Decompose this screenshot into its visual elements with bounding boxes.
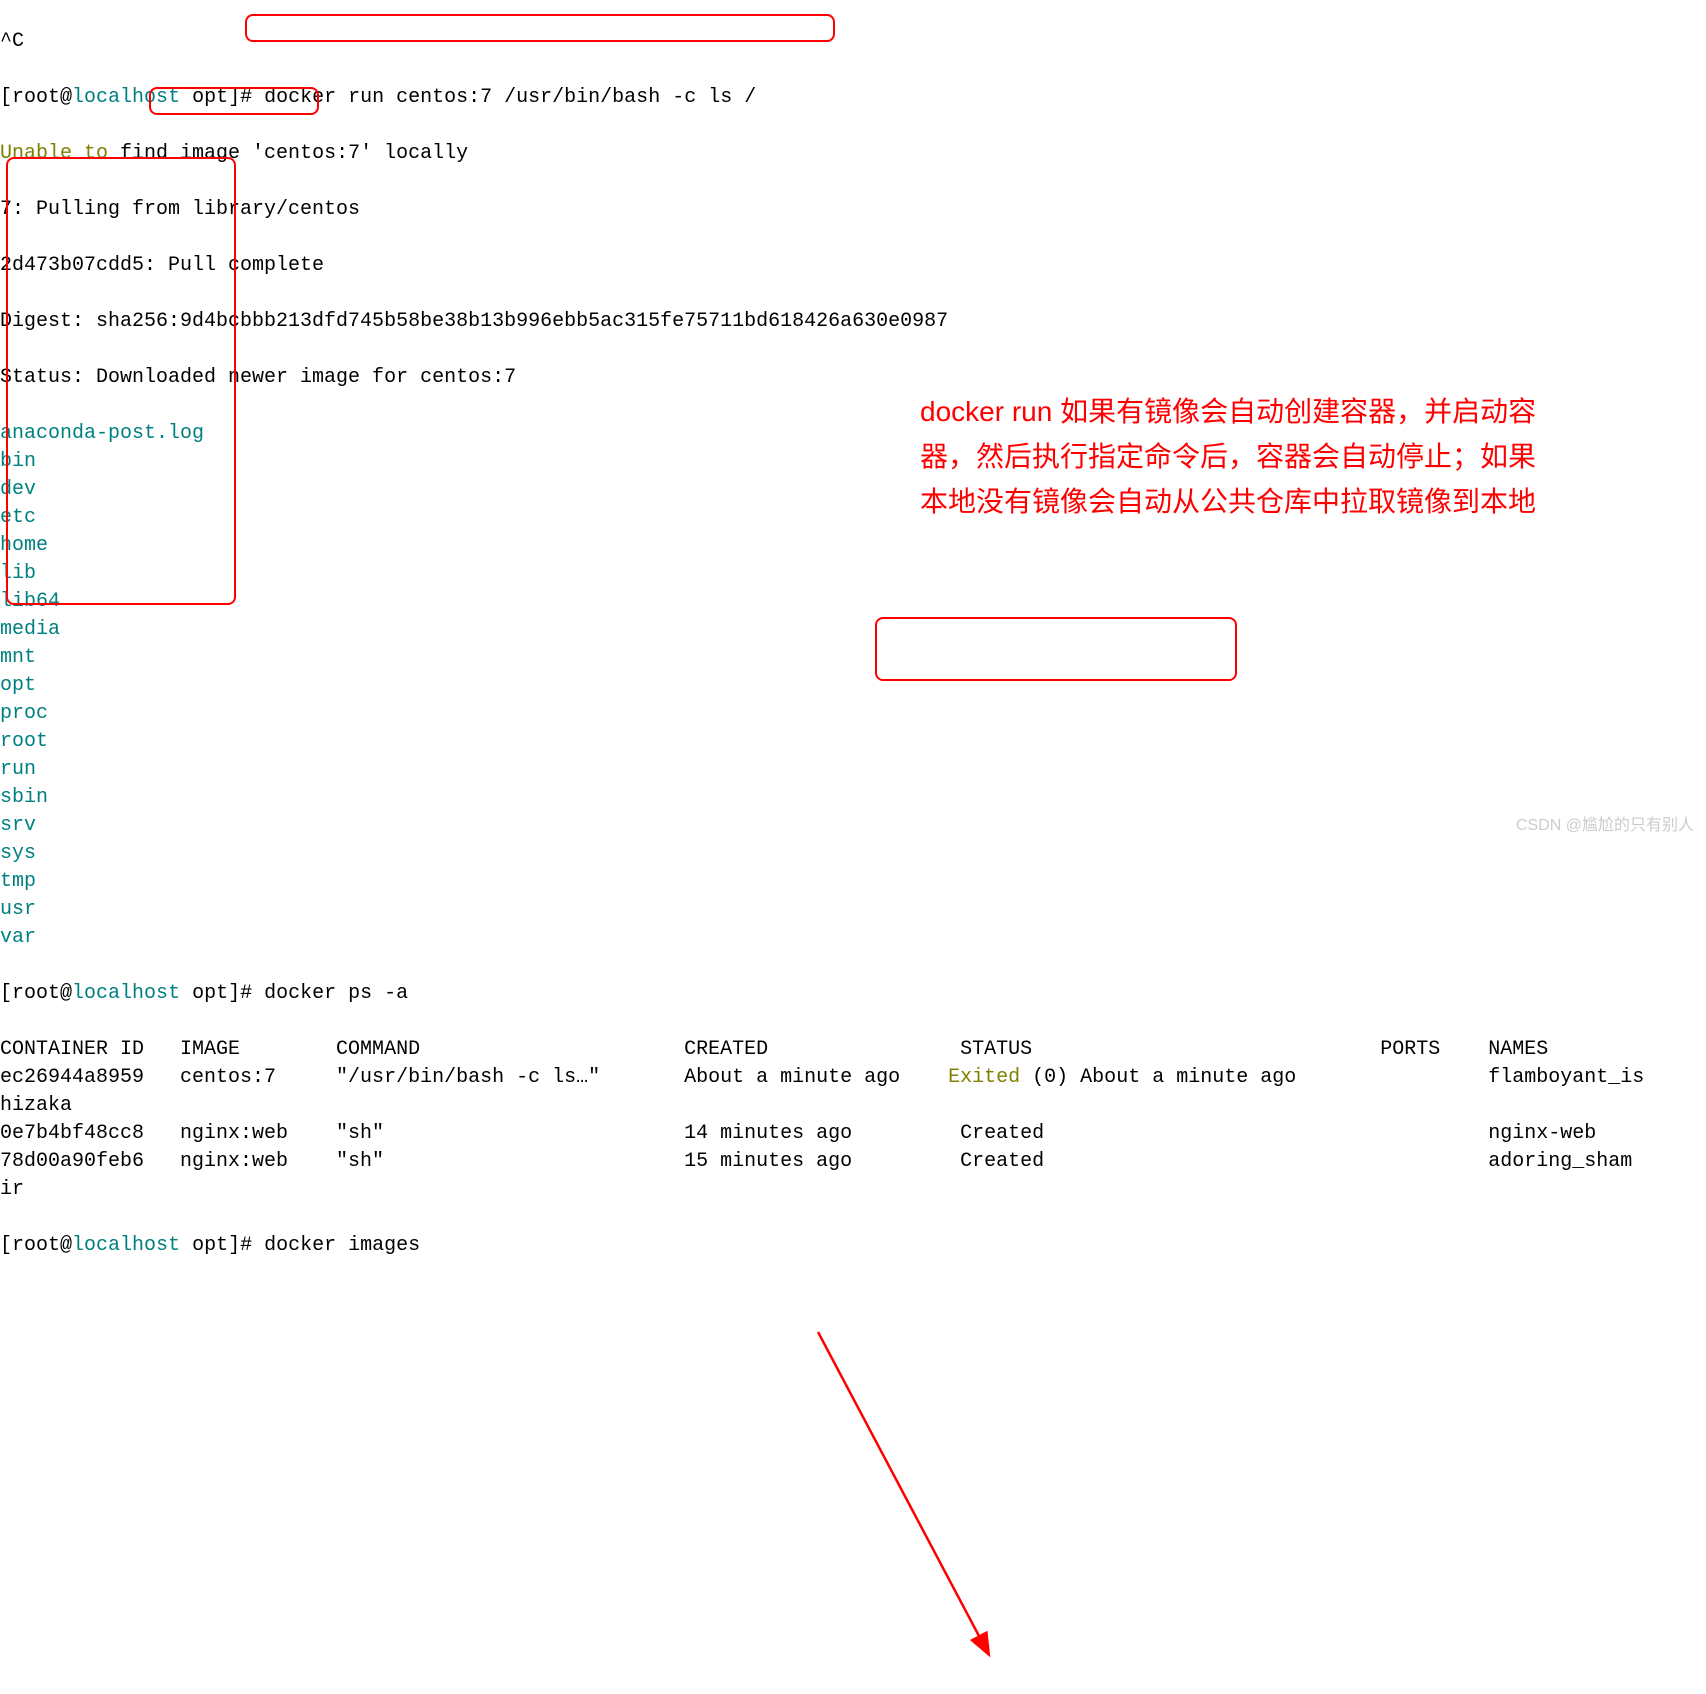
- pulling-line: 7: Pulling from library/centos: [0, 196, 1706, 224]
- prompt-line-3: [root@localhost opt]# docker images: [0, 1232, 1706, 1260]
- list-item: sys: [0, 840, 1706, 868]
- list-item: sbin: [0, 784, 1706, 812]
- docker-images-command: docker images: [264, 1234, 420, 1257]
- list-item: proc: [0, 700, 1706, 728]
- list-item: tmp: [0, 868, 1706, 896]
- ctrl-c-line: ^C: [0, 28, 1706, 56]
- list-item: usr: [0, 896, 1706, 924]
- status-line: Status: Downloaded newer image for cento…: [0, 364, 1706, 392]
- list-item: home: [0, 532, 1706, 560]
- annotation-text: docker run 如果有镜像会自动创建容器，并启动容器，然后执行指定命令后，…: [920, 390, 1540, 524]
- pull-complete-text: Pull complete: [168, 254, 324, 277]
- docker-ps-table: CONTAINER ID IMAGE COMMAND CREATED STATU…: [0, 1036, 1706, 1204]
- annotation-arrow: [0, 1288, 1706, 1694]
- watermark: CSDN @尴尬的只有别人: [1516, 815, 1694, 837]
- docker-run-command: docker run centos:7 /usr/bin/bash -c ls …: [264, 86, 756, 109]
- list-item: var: [0, 924, 1706, 952]
- prompt-line-2: [root@localhost opt]# docker ps -a: [0, 980, 1706, 1008]
- list-item: lib: [0, 560, 1706, 588]
- prompt-line-1: [root@localhost opt]# docker run centos:…: [0, 84, 1706, 112]
- table-row: ec26944a8959 centos:7 "/usr/bin/bash -c …: [0, 1064, 1706, 1092]
- terminal-output: ^C [root@localhost opt]# docker run cent…: [0, 0, 1706, 1288]
- list-item: mnt: [0, 644, 1706, 672]
- docker-ps-command: docker ps -a: [264, 982, 408, 1005]
- table-row-wrap: ir: [0, 1176, 1706, 1204]
- list-item: media: [0, 616, 1706, 644]
- table-header: CONTAINER ID IMAGE COMMAND CREATED STATU…: [0, 1036, 1706, 1064]
- list-item: srv: [0, 812, 1706, 840]
- unable-line: Unable to find image 'centos:7' locally: [0, 140, 1706, 168]
- table-row: 78d00a90feb6 nginx:web "sh" 15 minutes a…: [0, 1148, 1706, 1176]
- list-item: opt: [0, 672, 1706, 700]
- pull-complete-line: 2d473b07cdd5: Pull complete: [0, 252, 1706, 280]
- list-item: root: [0, 728, 1706, 756]
- digest-line: Digest: sha256:9d4bcbbb213dfd745b58be38b…: [0, 308, 1706, 336]
- table-row-wrap: hizaka: [0, 1092, 1706, 1120]
- list-item: run: [0, 756, 1706, 784]
- list-item: lib64: [0, 588, 1706, 616]
- table-row: 0e7b4bf48cc8 nginx:web "sh" 14 minutes a…: [0, 1120, 1706, 1148]
